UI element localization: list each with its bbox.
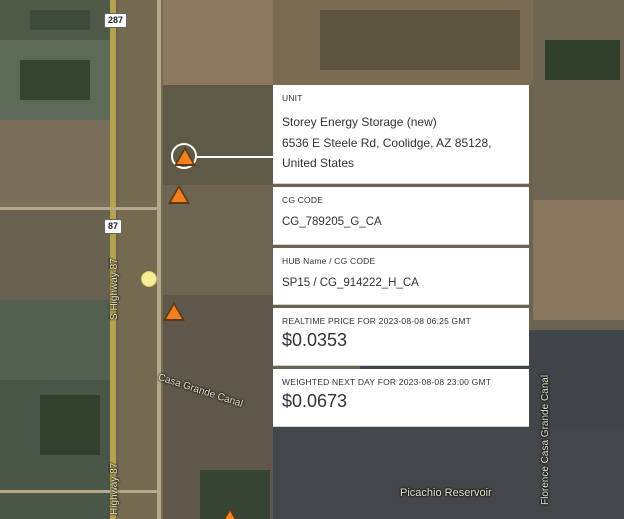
unit-address: 6536 E Steele Rd, Coolidge, AZ 85128, Un… <box>282 136 492 170</box>
cg-code-card: CG CODE CG_789205_G_CA <box>273 187 529 245</box>
field <box>163 0 273 85</box>
weighted-price-label: WEIGHTED NEXT DAY FOR 2023-08-08 23:00 G… <box>282 377 492 387</box>
field <box>545 40 620 80</box>
road <box>157 0 161 519</box>
cg-code-label: CG CODE <box>282 195 324 205</box>
road <box>0 207 160 210</box>
hub-label: HUB Name / CG CODE <box>282 256 376 266</box>
highway-shield: 287 <box>104 13 128 28</box>
weighted-price-card: WEIGHTED NEXT DAY FOR 2023-08-08 23:00 G… <box>273 369 529 427</box>
road <box>0 490 160 493</box>
hub-value: SP15 / CG_914222_H_CA <box>282 277 419 289</box>
triangle-fill <box>222 511 238 519</box>
highway-label: S Highway 87 <box>109 258 120 320</box>
unit-info-panel: UNIT Storey Energy Storage (new) 6536 E … <box>273 85 529 430</box>
field <box>40 395 100 455</box>
field <box>0 120 110 210</box>
reservoir-label: Picachio Reservoir <box>400 487 492 499</box>
field <box>533 200 624 320</box>
field <box>0 300 110 380</box>
canal-label-right: Florence Casa Grande Canal <box>540 374 551 505</box>
triangle-fill <box>171 188 187 202</box>
field <box>163 85 273 185</box>
storage-marker-selected[interactable] <box>174 147 196 167</box>
field <box>30 10 90 30</box>
highway-shield: 87 <box>104 219 123 234</box>
field <box>533 0 624 200</box>
field <box>320 10 520 70</box>
unit-card: UNIT Storey Energy Storage (new) 6536 E … <box>273 85 529 184</box>
realtime-price-label: REALTIME PRICE FOR 2023-08-08 06:25 GMT <box>282 316 472 326</box>
weighted-price-value: $0.0673 <box>282 391 348 411</box>
unit-label: UNIT <box>282 93 303 103</box>
storage-marker[interactable] <box>168 185 190 205</box>
triangle-fill <box>177 150 193 164</box>
unit-name: Storey Energy Storage (new) <box>282 115 437 129</box>
realtime-price-card: REALTIME PRICE FOR 2023-08-08 06:25 GMT … <box>273 308 529 366</box>
field <box>20 60 90 100</box>
highway-label-bottom: Highway 87 <box>109 462 120 515</box>
storage-marker[interactable] <box>219 508 241 519</box>
triangle-fill <box>166 305 182 319</box>
location-dot[interactable] <box>141 271 157 287</box>
field <box>273 420 624 519</box>
realtime-price-value: $0.0353 <box>282 330 348 350</box>
storage-marker[interactable] <box>163 302 185 322</box>
field <box>0 210 110 300</box>
marker-connector-line <box>197 156 273 158</box>
cg-code-value: CG_789205_G_CA <box>282 216 382 228</box>
hub-card: HUB Name / CG CODE SP15 / CG_914222_H_CA <box>273 248 529 305</box>
